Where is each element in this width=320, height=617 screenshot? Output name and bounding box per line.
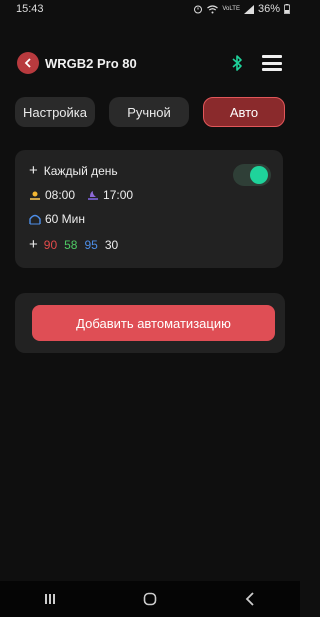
automation-toggle[interactable] — [233, 164, 271, 186]
duration-row: 60 Мин — [29, 212, 85, 226]
chevron-left-icon — [24, 58, 31, 68]
tab-settings[interactable]: Настройка — [15, 97, 95, 127]
app-header: WRGB2 Pro 80 — [17, 50, 282, 76]
end-time: 17:00 — [103, 188, 134, 202]
plus-icon: + — [29, 236, 38, 253]
wifi-icon — [207, 4, 219, 13]
green-value: 58 — [64, 238, 78, 252]
status-icons: VoLTE 36% — [193, 3, 290, 15]
white-value: 30 — [104, 238, 119, 252]
recents-icon — [45, 594, 55, 604]
time-row: 08:00 17:00 — [29, 188, 133, 202]
channels-row: + 90 58 95 30 — [29, 236, 119, 253]
menu-icon[interactable] — [262, 55, 282, 71]
sunrise-icon — [30, 191, 40, 200]
system-nav-bar — [0, 581, 300, 617]
add-automation-card: Добавить автоматизацию — [15, 293, 285, 353]
red-value: 90 — [43, 238, 58, 252]
alarm-icon — [194, 5, 203, 14]
battery-percent: 36% — [257, 3, 280, 15]
duration: 60 Мин — [45, 212, 86, 226]
blue-value: 95 — [84, 238, 98, 252]
tab-manual[interactable]: Ручной — [109, 97, 189, 127]
start-time: 08:00 — [45, 188, 76, 202]
recent-apps-button[interactable] — [30, 587, 70, 611]
home-icon — [143, 592, 157, 606]
page-title: WRGB2 Pro 80 — [45, 55, 137, 71]
mode-tabs: Настройка Ручной Авто — [15, 97, 285, 127]
add-automation-button[interactable]: Добавить автоматизацию — [32, 305, 275, 341]
status-bar: 15:43 VoLTE 36% — [0, 0, 300, 20]
tab-auto[interactable]: Авто — [203, 97, 285, 127]
home-button[interactable] — [130, 587, 170, 611]
schedule-row: + Каждый день — [29, 162, 118, 179]
bluetooth-icon[interactable] — [230, 54, 244, 72]
back-nav-button[interactable] — [230, 587, 270, 611]
back-arrow-icon — [245, 592, 254, 606]
back-button[interactable] — [17, 52, 39, 74]
plus-icon: + — [29, 162, 38, 179]
automation-card[interactable]: + Каждый день 08:00 17:00 60 Мин + 90 58… — [15, 150, 283, 268]
toggle-knob — [250, 166, 268, 184]
status-time: 15:43 — [16, 3, 44, 15]
signal-icon — [243, 4, 254, 14]
volte-label: VoLTE — [222, 6, 240, 12]
battery-icon — [284, 4, 290, 14]
ramp-icon — [29, 214, 41, 225]
sunset-icon — [88, 191, 99, 200]
schedule-label: Каждый день — [43, 164, 118, 178]
